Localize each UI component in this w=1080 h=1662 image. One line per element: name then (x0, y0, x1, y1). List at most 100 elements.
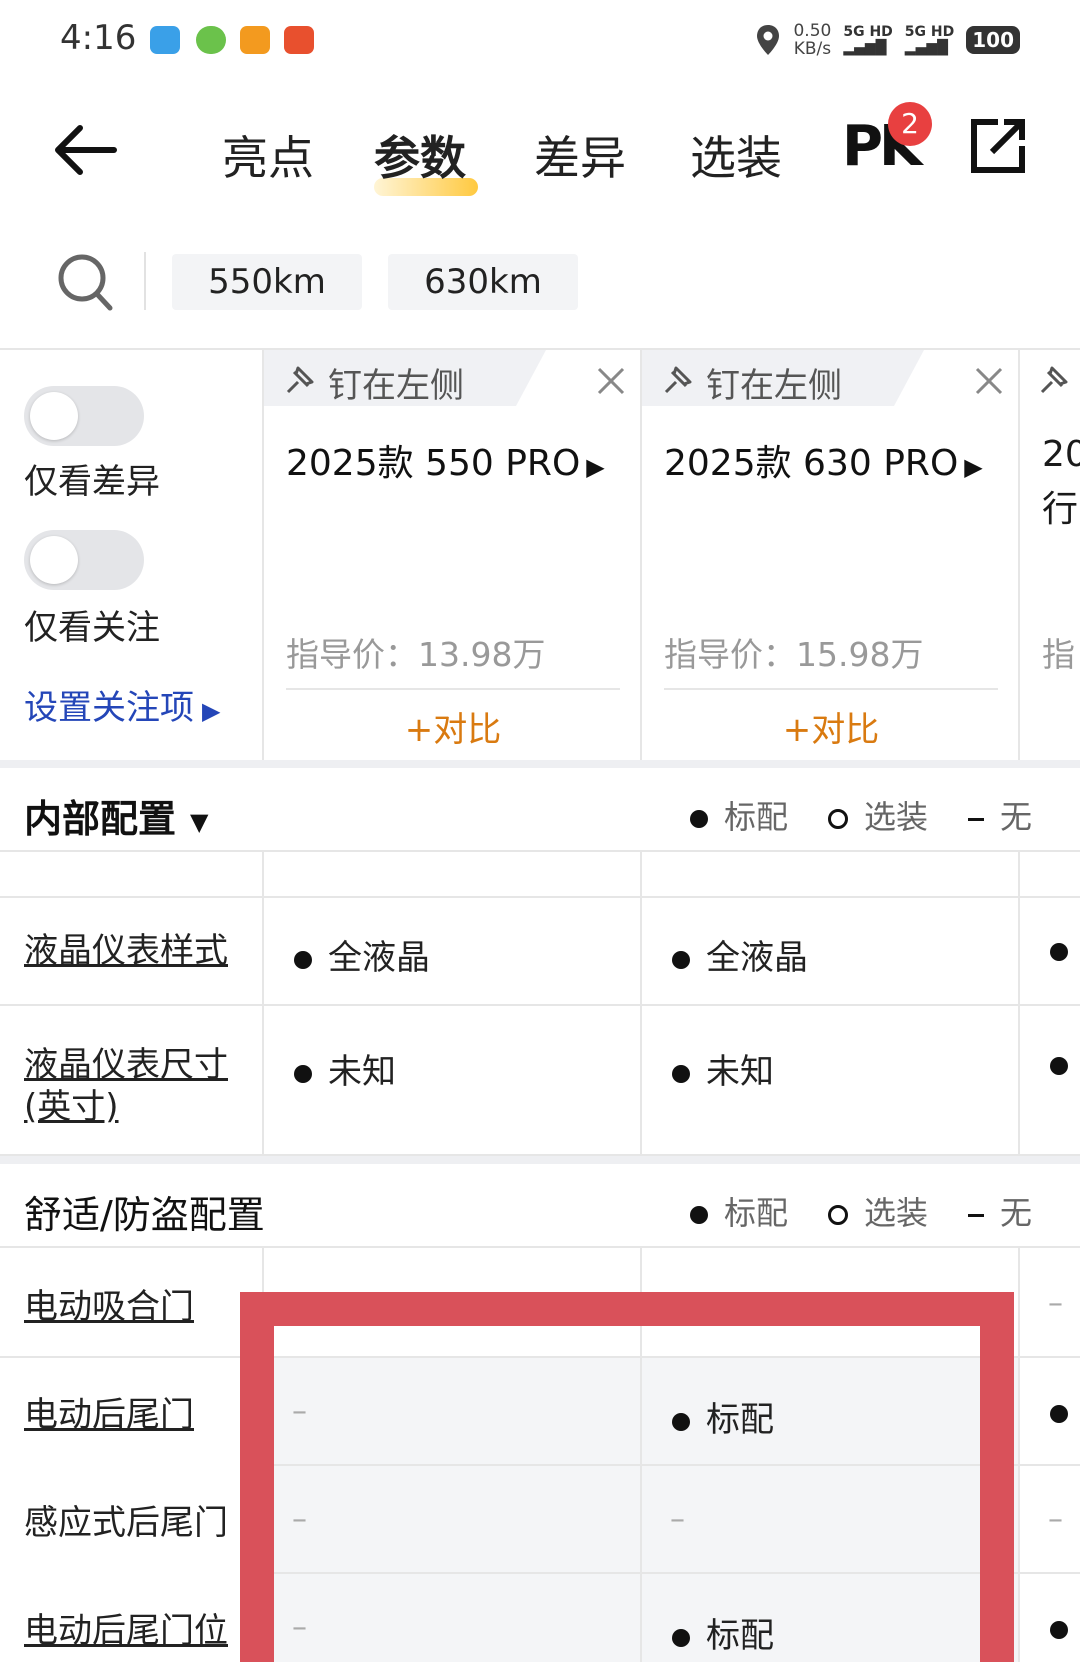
row-label[interactable]: 电动吸合门 (24, 1286, 246, 1328)
filled-dot-icon (689, 1206, 708, 1224)
speed-value: 0.50 (793, 21, 832, 41)
toggle-knob (30, 392, 78, 440)
table-row: 液晶仪表样式 全液晶 全液晶 (0, 898, 1080, 1006)
filled-dot-icon (689, 810, 708, 828)
legend-none: 无 (967, 1188, 1032, 1234)
sim1-label: 5G HD (843, 24, 893, 40)
legend-optional-label: 选装 (863, 1194, 928, 1232)
car-name[interactable]: 2025款 550 PRO ▶ (286, 434, 605, 486)
status-bar: 4:16 0.50 KB/s 5G HD ▂▄▆█ 5G HD ▂▄▆█ 100 (0, 0, 1080, 80)
cell-value-text: 未知 (328, 1052, 396, 1092)
filled-dot-icon (1050, 1620, 1068, 1639)
car-price: 指导价：13.98万 (286, 635, 546, 674)
back-arrow-icon[interactable] (50, 120, 120, 180)
add-compare-button[interactable]: +对比 (264, 702, 642, 751)
pk-count-badge: 2 (888, 102, 932, 146)
app-notification-icon (284, 26, 314, 54)
only-focus-toggle[interactable] (24, 530, 144, 590)
car-column-1: 钉在左侧 2025款 550 PRO ▶ 指导价：13.98万 +对比 (262, 350, 640, 762)
tab-params[interactable]: 参数 (374, 122, 466, 188)
table-cell (1018, 1358, 1080, 1464)
signal-sim1-icon: 5G HD ▂▄▆█ (843, 24, 893, 56)
status-time: 4:16 (60, 18, 137, 58)
table-cell: 未知 (262, 1006, 640, 1154)
legend-standard-label: 标配 (723, 798, 788, 836)
cell-value: 未知 (294, 1044, 396, 1093)
table-cell (1018, 898, 1080, 1004)
legend-none: 无 (967, 792, 1032, 838)
pin-icon (286, 366, 314, 394)
cell-value-text: 全液晶 (328, 938, 430, 978)
app-notification-icon (240, 26, 270, 54)
share-icon[interactable] (968, 116, 1028, 176)
tab-highlights[interactable]: 亮点 (222, 122, 314, 188)
section-title-text: 内部配置 (24, 797, 177, 841)
section-header-comfort: 舒适/防盗配置 标配 选装 无 (0, 1156, 1080, 1248)
row-label[interactable]: 液晶仪表尺寸(英寸) (24, 1044, 246, 1128)
pin-left-label: 钉在左侧 (706, 366, 842, 406)
only-diff-toggle[interactable] (24, 386, 144, 446)
row-label[interactable]: 液晶仪表样式 (24, 930, 246, 972)
cell-value: 全液晶 (672, 930, 808, 979)
set-focus-label: 设置关注项 (24, 688, 194, 728)
wechat-icon (196, 26, 226, 54)
pin-icon[interactable] (1038, 362, 1072, 396)
filter-column: 仅看差异 仅看关注 设置关注项 ▶ (0, 350, 262, 762)
close-icon[interactable] (974, 366, 1004, 396)
close-icon[interactable] (596, 366, 626, 396)
set-focus-link[interactable]: 设置关注项 ▶ (24, 680, 220, 729)
row-label[interactable]: 电动后尾门 (24, 1394, 246, 1436)
cell-value: 未知 (672, 1044, 774, 1093)
cell-value-text: 未知 (706, 1052, 774, 1092)
car-name[interactable]: 2025款 630 PRO ▶ (664, 434, 983, 486)
table-cell (640, 852, 1018, 896)
network-speed: 0.50 KB/s (793, 22, 831, 58)
range-chip-630[interactable]: 630km (388, 254, 578, 310)
filled-dot-icon (672, 950, 690, 969)
annotation-highlight-box (240, 1292, 1014, 1662)
signal-sim2-icon: 5G HD ▂▄▆█ (904, 24, 955, 56)
table-cell: – (1018, 1248, 1080, 1356)
search-icon[interactable] (56, 252, 114, 314)
filled-dot-icon (1050, 1056, 1068, 1075)
legend-none-label: 无 (999, 798, 1032, 836)
car-column-3: 20 行 指 (1018, 350, 1080, 762)
dash-icon (967, 817, 984, 821)
tab-options[interactable]: 选装 (690, 122, 782, 188)
table-cell (262, 852, 640, 896)
add-compare-button[interactable]: +对比 (642, 702, 1020, 751)
legend-none-label: 无 (999, 1194, 1032, 1232)
section-header-interior: 内部配置 ▼ 标配 选装 无 (0, 760, 1080, 852)
section-title[interactable]: 内部配置 ▼ (24, 788, 208, 843)
status-indicators: 0.50 KB/s 5G HD ▂▄▆█ 5G HD ▂▄▆█ 100 (755, 18, 1020, 62)
divider (286, 688, 620, 690)
legend-optional: 选装 (827, 1188, 928, 1234)
row-label[interactable]: 感应式后尾门 (24, 1502, 246, 1544)
search-separator (144, 252, 146, 310)
legend-standard-label: 标配 (723, 1194, 788, 1232)
car-name-partial[interactable]: 20 (1042, 434, 1080, 475)
toggle-knob (30, 536, 78, 584)
filled-dot-icon (1050, 1404, 1068, 1423)
table-row: 液晶仪表尺寸(英寸) 未知 未知 (0, 1006, 1080, 1156)
tab-differences[interactable]: 差异 (534, 122, 626, 188)
comparison-header: 仅看差异 仅看关注 设置关注项 ▶ 钉在左侧 2025款 550 PRO ▶ 指导价… (0, 348, 1080, 762)
range-chip-550[interactable]: 550km (172, 254, 362, 310)
hollow-dot-icon (827, 809, 848, 829)
triangle-right-icon: ▶ (964, 453, 983, 481)
cell-value (1050, 1044, 1080, 1084)
pin-icon (664, 366, 692, 394)
only-diff-label: 仅看差异 (24, 462, 160, 502)
row-label[interactable]: 电动后尾门位 (24, 1610, 246, 1652)
table-cell: 全液晶 (640, 898, 1018, 1004)
cell-value (1050, 1392, 1080, 1432)
triangle-right-icon: ▶ (202, 697, 221, 725)
filled-dot-icon (1050, 942, 1068, 961)
section-title[interactable]: 舒适/防盗配置 (24, 1184, 265, 1239)
only-focus-label: 仅看关注 (24, 608, 160, 648)
pin-left-button[interactable]: 钉在左侧 (642, 350, 924, 406)
table-cell: 全液晶 (262, 898, 640, 1004)
legend-optional: 选装 (827, 792, 928, 838)
speed-unit: KB/s (793, 39, 832, 59)
pin-left-button[interactable]: 钉在左侧 (264, 350, 546, 406)
